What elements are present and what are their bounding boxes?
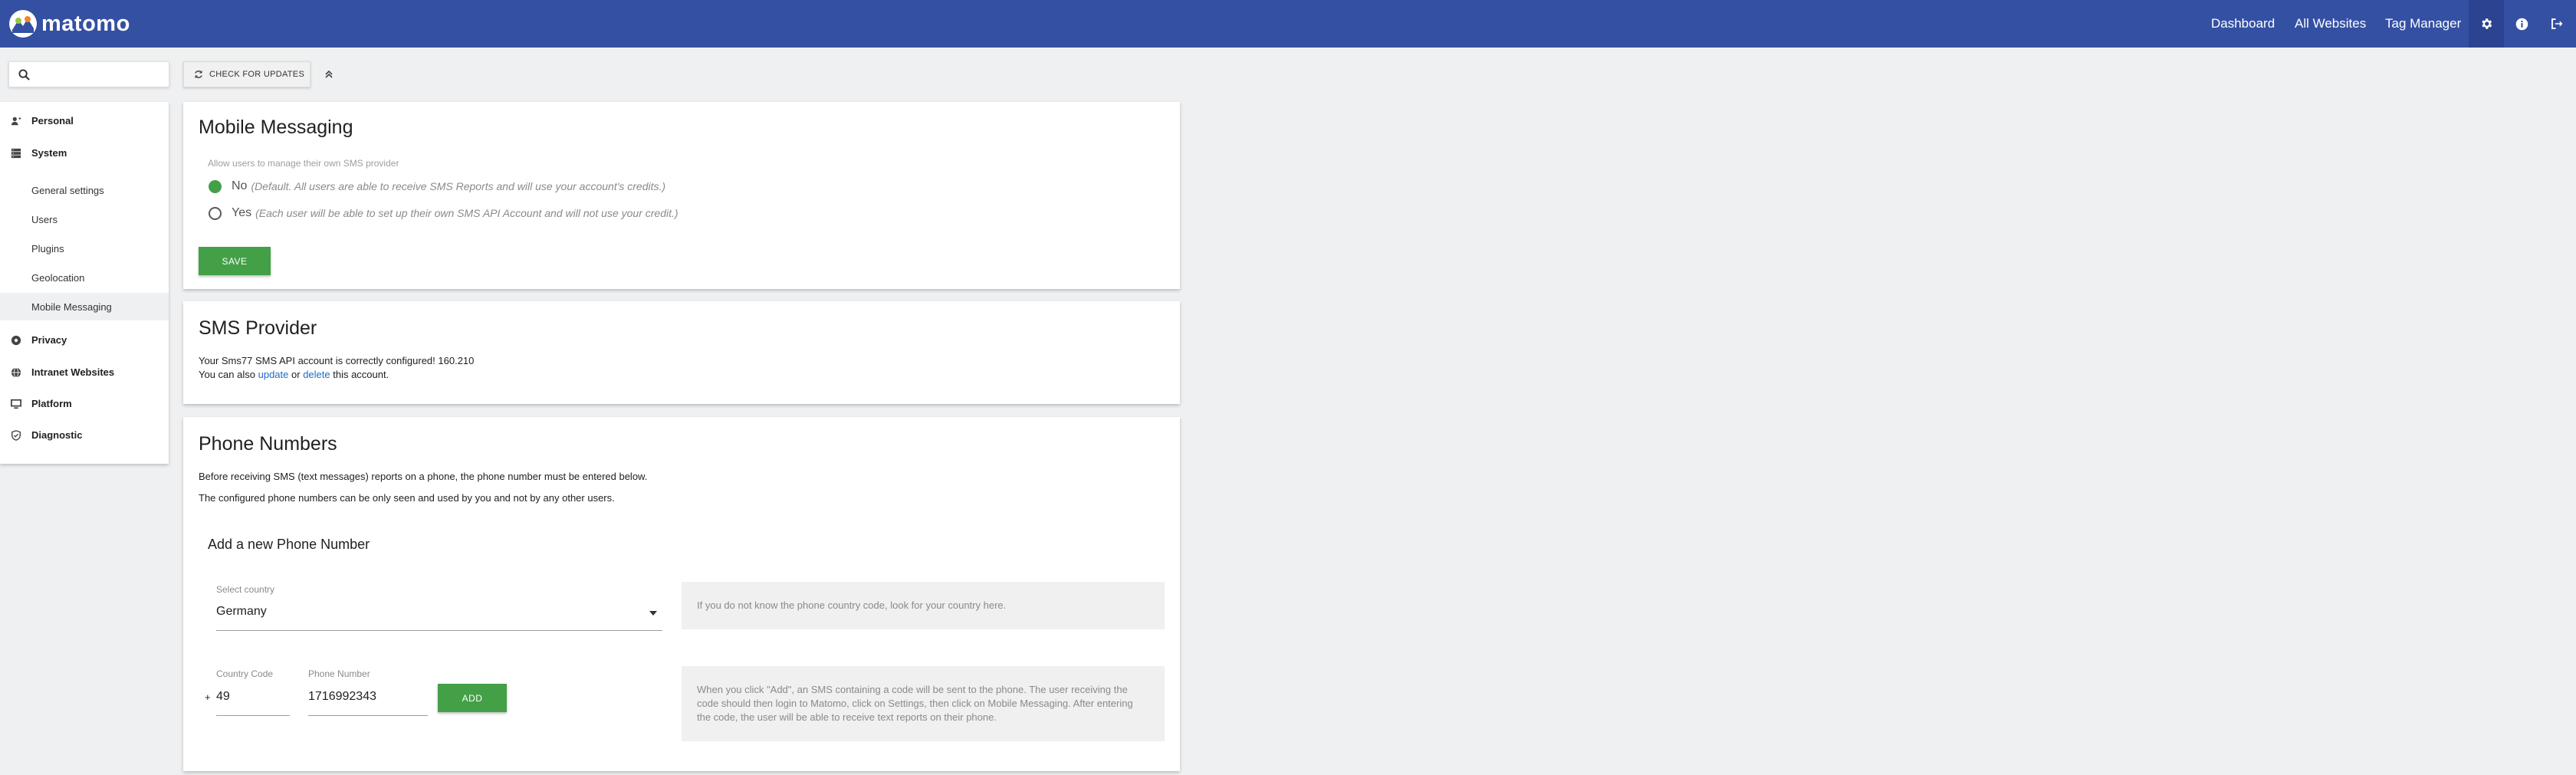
sidebar-section-label: Personal: [31, 114, 74, 126]
search-icon: [18, 69, 30, 80]
sidebar-section-label: Platform: [31, 397, 72, 409]
sidebar-section-label: Privacy: [31, 333, 67, 346]
nav-tag-manager[interactable]: Tag Manager: [2385, 0, 2461, 48]
text-or: or: [291, 369, 301, 380]
sidebar-item-label: Geolocation: [31, 271, 85, 284]
save-button[interactable]: SAVE: [199, 247, 271, 275]
top-navigation-bar: matomo Dashboard All Websites Tag Manage…: [0, 0, 2576, 48]
logo-text: matomo: [41, 11, 130, 36]
text-prefix: You can also: [199, 369, 255, 380]
collapse-menu-button[interactable]: [320, 66, 337, 83]
nav-dashboard[interactable]: Dashboard: [2211, 0, 2275, 48]
admin-sidebar: Personal System General settings Users P…: [0, 102, 169, 464]
person-icon: [11, 117, 21, 126]
matomo-logo-icon: [9, 10, 37, 38]
eye-slash-icon: [11, 335, 21, 346]
radio-option-label: Yes: [232, 206, 252, 219]
logout-icon: [2551, 18, 2563, 29]
delete-account-link[interactable]: delete: [303, 369, 330, 380]
sidebar-item-geolocation[interactable]: Geolocation: [0, 264, 169, 291]
sidebar-section-system[interactable]: System: [0, 139, 169, 166]
mobile-messaging-card: Mobile Messaging Allow users to manage t…: [183, 102, 1180, 289]
double-chevron-up-icon: [325, 71, 333, 78]
sidebar-item-label: Plugins: [31, 242, 64, 255]
sidebar-section-platform[interactable]: Platform: [0, 389, 169, 417]
sidebar-item-mobile-messaging[interactable]: Mobile Messaging: [0, 293, 169, 320]
matomo-logo[interactable]: matomo: [9, 9, 130, 38]
globe-icon: [11, 367, 21, 378]
sms-provider-card: SMS Provider Your Sms77 SMS API account …: [183, 301, 1180, 404]
radio-button-unselected[interactable]: [209, 206, 222, 220]
help-button[interactable]: [2504, 0, 2539, 48]
check-for-updates-button[interactable]: CHECK FOR UPDATES: [183, 61, 310, 87]
logout-button[interactable]: [2539, 0, 2574, 48]
phone-number-input[interactable]: 1716992343: [308, 690, 376, 704]
country-select-underline: [216, 630, 662, 631]
radio-option-description: (Default. All users are able to receive …: [251, 180, 666, 192]
caret-down-icon[interactable]: [649, 611, 657, 616]
add-button[interactable]: ADD: [438, 684, 507, 712]
intro-text-1: Before receiving SMS (text messages) rep…: [199, 471, 648, 482]
sidebar-section-privacy[interactable]: Privacy: [0, 326, 169, 353]
sidebar-section-label: System: [31, 146, 67, 159]
nav-tag-manager-link[interactable]: Tag Manager: [2385, 16, 2461, 31]
country-code-underline: [216, 715, 290, 716]
phone-numbers-card: Phone Numbers Before receiving SMS (text…: [183, 417, 1180, 771]
info-icon: [2515, 18, 2528, 30]
sidebar-item-label: Users: [31, 213, 58, 225]
check-for-updates-label: CHECK FOR UPDATES: [209, 70, 305, 79]
country-select[interactable]: Germany: [216, 605, 267, 619]
country-code-label: Country Code: [216, 668, 274, 679]
search-input[interactable]: [35, 62, 166, 87]
card-title: Mobile Messaging: [199, 117, 353, 138]
card-title: SMS Provider: [199, 317, 317, 339]
radio-option-no[interactable]: No (Default. All users are able to recei…: [209, 177, 665, 195]
update-account-link[interactable]: update: [258, 369, 289, 380]
text-suffix: this account.: [333, 369, 389, 380]
country-help-box: If you do not know the phone country cod…: [682, 582, 1165, 629]
shield-icon: [12, 430, 21, 441]
server-icon: [11, 148, 21, 159]
country-code-plus: +: [205, 691, 211, 703]
nav-dashboard-link[interactable]: Dashboard: [2211, 16, 2275, 31]
phone-number-underline: [308, 715, 428, 716]
sidebar-item-label: Mobile Messaging: [31, 300, 112, 313]
country-code-input[interactable]: 49: [216, 690, 230, 704]
radio-button-selected[interactable]: [209, 179, 222, 193]
refresh-icon: [195, 70, 202, 79]
add-help-box: When you click "Add", an SMS containing …: [682, 666, 1165, 741]
intro-text-2: The configured phone numbers can be only…: [199, 492, 615, 504]
sidebar-item-label: General settings: [31, 184, 104, 196]
menu-search-box[interactable]: [8, 61, 169, 87]
select-country-label: Select country: [216, 584, 275, 595]
sidebar-section-personal[interactable]: Personal: [0, 107, 169, 134]
card-title: Phone Numbers: [199, 433, 337, 455]
administration-button[interactable]: [2469, 0, 2504, 48]
nav-all-websites-link[interactable]: All Websites: [2295, 16, 2366, 31]
sidebar-section-label: Diagnostic: [31, 429, 83, 441]
sidebar-section-diagnostic[interactable]: Diagnostic: [0, 421, 169, 448]
radio-option-label: No: [232, 179, 248, 192]
radio-option-yes[interactable]: Yes (Each user will be able to set up th…: [209, 204, 678, 222]
radio-option-description: (Each user will be able to set up their …: [255, 207, 678, 219]
provider-status-text: Your Sms77 SMS API account is correctly …: [199, 355, 475, 366]
sidebar-section-intranet-websites[interactable]: Intranet Websites: [0, 358, 169, 386]
nav-all-websites[interactable]: All Websites: [2295, 0, 2366, 48]
sidebar-item-general-settings[interactable]: General settings: [0, 176, 169, 204]
sidebar-item-users[interactable]: Users: [0, 205, 169, 233]
sidebar-section-label: Intranet Websites: [31, 366, 115, 378]
phone-number-label: Phone Number: [308, 668, 370, 679]
monitor-icon: [11, 399, 21, 409]
setting-label: Allow users to manage their own SMS prov…: [208, 158, 399, 169]
sidebar-item-plugins[interactable]: Plugins: [0, 235, 169, 262]
provider-actions-text: You can also update or delete this accou…: [199, 369, 389, 380]
gear-icon: [2482, 18, 2492, 29]
add-phone-subtitle: Add a new Phone Number: [208, 537, 370, 552]
